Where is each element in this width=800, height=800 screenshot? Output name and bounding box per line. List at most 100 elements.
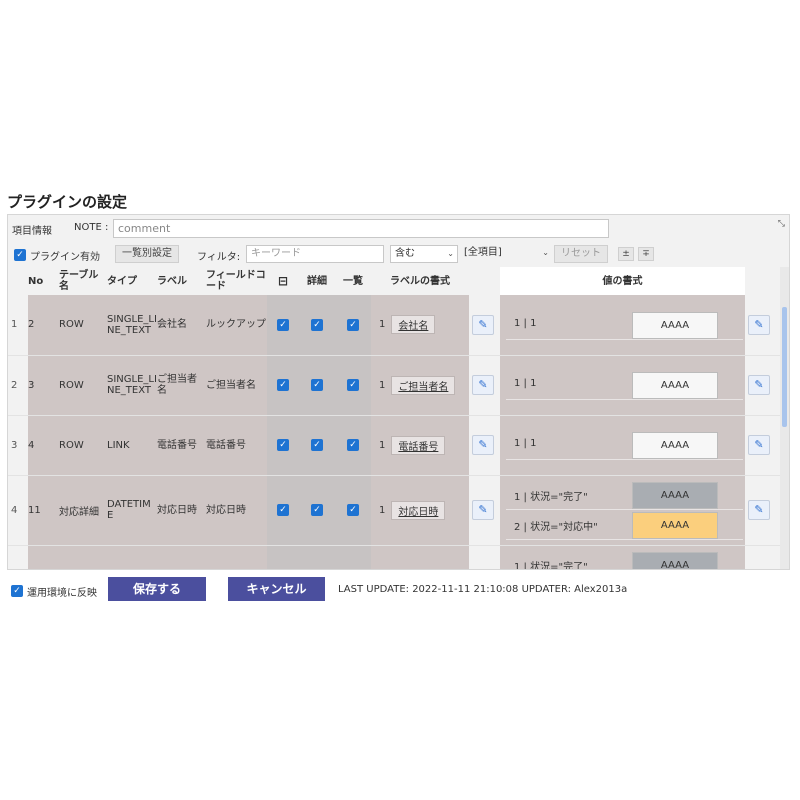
checkbox-checked-icon: ✓ [11, 585, 23, 597]
detail-checkbox[interactable]: ✓ [299, 295, 335, 356]
note-input[interactable]: comment [113, 219, 609, 238]
apply-env-checkbox[interactable]: ✓ [11, 583, 23, 597]
checkbox-checked-icon: ✓ [347, 379, 359, 391]
value-edit-cell: ✎ [745, 355, 780, 416]
match-select[interactable]: 含む ⌄ [390, 245, 458, 263]
edit-pencil-icon[interactable]: ✎ [472, 314, 494, 335]
checkbox-checked-icon: ✓ [277, 439, 289, 451]
row-index: 1 [8, 295, 28, 356]
table-row: 2 3 ROW SINGLE_LINE_TEXT ご担当者名 ご担当者名 ✓ ✓ ✓ 1 ご担当者名… [8, 355, 780, 416]
value-sample[interactable]: AAAA [632, 512, 718, 539]
row-index [8, 545, 28, 569]
bulk-setting-button[interactable]: 一覧別設定 [115, 245, 179, 263]
label-format-value[interactable]: ご担当者名 [391, 375, 456, 395]
scrollbar-thumb[interactable] [782, 307, 787, 427]
row-label: 対応日時 [157, 475, 206, 546]
value-condition: 1 | 1 [514, 317, 537, 329]
collapse-all-button[interactable]: ∓ [638, 247, 654, 261]
list-checkbox[interactable]: ✓ [335, 355, 371, 416]
col-value-format: 値の書式 [500, 267, 745, 295]
chevron-down-icon: ⌄ [542, 248, 549, 257]
col-table-name: テーブル名 [59, 267, 107, 295]
list-checkbox[interactable]: ✓ [335, 415, 371, 476]
item-info-row: 項目情報 NOTE : comment ⤡ [8, 215, 789, 241]
detail-checkbox[interactable] [299, 545, 335, 569]
row-no: 2 [28, 295, 59, 356]
filter-label: フィルタ: [197, 252, 241, 263]
checkbox-checked-icon: ✓ [277, 379, 289, 391]
table-row: 1 2 ROW SINGLE_LINE_TEXT 会社名 ルックアップ ✓ ✓ ✓ 1 会社名 ✎ 1 … [8, 295, 780, 356]
col-type: タイプ [107, 267, 157, 295]
detail-checkbox[interactable]: ✓ [299, 355, 335, 416]
toggle-all-icon[interactable]: ⊟ [267, 267, 299, 295]
collapse-icon[interactable]: ⤡ [778, 219, 785, 229]
reset-button[interactable]: リセット [554, 245, 608, 263]
edit-pencil-icon[interactable]: ✎ [748, 435, 770, 455]
save-button[interactable]: 保存する [108, 577, 206, 601]
enabled-checkbox[interactable]: ✓ [267, 475, 299, 546]
enabled-checkbox[interactable]: ✓ [267, 355, 299, 416]
value-sample[interactable]: AAAA [632, 432, 718, 459]
label-format-value[interactable]: 電話番号 [391, 435, 446, 455]
enabled-checkbox[interactable]: ✓ [267, 415, 299, 476]
value-edit-cell: ✎ [745, 415, 780, 476]
row-type: DATETIME [107, 475, 157, 546]
value-format-cell: 1 | 1 AAAA [500, 295, 745, 356]
row-label [157, 545, 206, 569]
field-settings-table: No テーブル名 タイプ ラベル フィールドコード ⊟ 詳細 一覧 ラベルの書式… [8, 267, 780, 569]
col-no: No [28, 267, 59, 295]
row-label: 会社名 [157, 295, 206, 356]
field-select[interactable]: [全項目] ⌄ [460, 245, 552, 263]
edit-pencil-icon[interactable]: ✎ [748, 500, 770, 520]
value-sample[interactable]: AAAA [632, 372, 718, 399]
row-index: 2 [8, 355, 28, 416]
detail-checkbox[interactable]: ✓ [299, 415, 335, 476]
value-format-cell: 1 | 状況="完了" AAAA [500, 545, 745, 569]
value-sample[interactable]: AAAA [632, 482, 718, 509]
detail-checkbox[interactable]: ✓ [299, 475, 335, 546]
col-label-format: ラベルの書式 [371, 267, 469, 295]
value-edit-cell: ✎ [745, 295, 780, 356]
table-row: 3 4 ROW LINK 電話番号 電話番号 ✓ ✓ ✓ 1 電話番号 ✎ 1 | 1 AAAA ✎ [8, 415, 780, 476]
edit-pencil-icon[interactable]: ✎ [472, 375, 494, 395]
match-select-value: 含む [395, 248, 415, 259]
value-format-cell: 1 | 状況="完了" AAAA 2 | 状況="対応中" AAAA [500, 475, 745, 546]
plugin-enabled-checkbox[interactable]: ✓ [14, 247, 26, 261]
edit-pencil-icon[interactable]: ✎ [472, 435, 494, 455]
row-type [107, 545, 157, 569]
checkbox-checked-icon: ✓ [277, 504, 289, 516]
table-row: 1 | 状況="完了" AAAA [8, 545, 780, 569]
checkbox-checked-icon: ✓ [14, 249, 26, 261]
edit-pencil-icon[interactable]: ✎ [748, 314, 770, 335]
list-checkbox[interactable] [335, 545, 371, 569]
col-list: 一覧 [335, 267, 371, 295]
list-checkbox[interactable]: ✓ [335, 295, 371, 356]
page-title: プラグインの設定 [7, 193, 128, 211]
checkbox-checked-icon: ✓ [311, 379, 323, 391]
enabled-checkbox[interactable]: ✓ [267, 295, 299, 356]
col-field-code: フィールドコード [206, 267, 267, 295]
filter-input[interactable]: キーワード [246, 245, 384, 263]
col-detail: 詳細 [299, 267, 335, 295]
row-type: SINGLE_LINE_TEXT [107, 295, 157, 356]
label-edit-cell: ✎ [469, 415, 500, 476]
value-sample[interactable]: AAAA [632, 311, 718, 339]
checkbox-checked-icon: ✓ [347, 439, 359, 451]
row-table-name: ROW [59, 295, 107, 356]
row-index: 4 [8, 475, 28, 546]
value-sample[interactable]: AAAA [632, 552, 718, 569]
label-format-value[interactable]: 対応日時 [391, 500, 446, 520]
edit-pencil-icon[interactable]: ✎ [472, 500, 494, 520]
row-label: 電話番号 [157, 415, 206, 476]
row-no: 11 [28, 475, 59, 546]
edit-pencil-icon[interactable]: ✎ [748, 375, 770, 395]
footer: ✓ 運用環境に反映 保存する キャンセル LAST UPDATE: 2022-1… [7, 572, 790, 608]
value-format-rule: 1 | 1 AAAA [500, 310, 745, 340]
cancel-button[interactable]: キャンセル [228, 577, 325, 601]
enabled-checkbox[interactable] [267, 545, 299, 569]
list-checkbox[interactable]: ✓ [335, 475, 371, 546]
row-field-code: ルックアップ [206, 295, 267, 356]
expand-all-button[interactable]: ± [618, 247, 634, 261]
label-format-value[interactable]: 会社名 [391, 315, 436, 335]
vertical-scrollbar[interactable] [780, 267, 789, 569]
